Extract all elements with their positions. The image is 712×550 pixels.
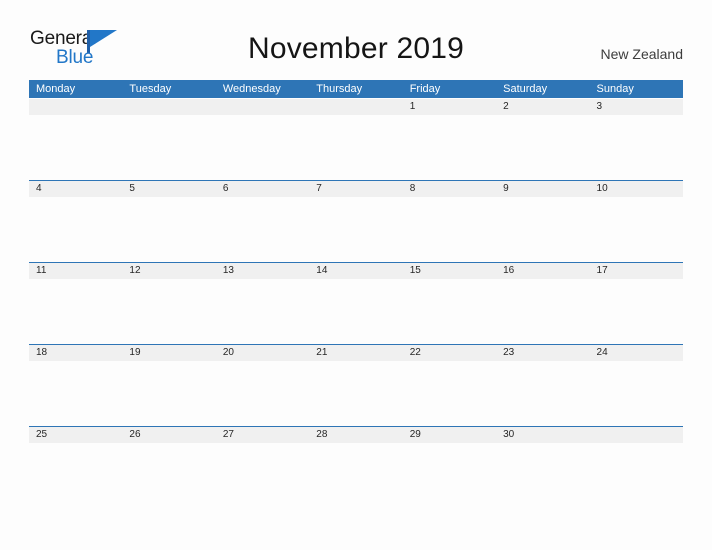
day-content-band: [29, 361, 683, 426]
day-cell-number[interactable]: 8: [403, 181, 496, 197]
day-content-cell[interactable]: [309, 361, 402, 426]
day-content-cell[interactable]: [122, 115, 215, 180]
day-content-cell[interactable]: [590, 115, 683, 180]
weekday-header-thursday: Thursday: [316, 83, 363, 95]
day-content-cell[interactable]: [496, 279, 589, 344]
day-cell-number[interactable]: [590, 427, 683, 443]
day-content-cell[interactable]: [216, 115, 309, 180]
day-content-cell[interactable]: [122, 361, 215, 426]
day-cell-number[interactable]: 13: [216, 263, 309, 279]
day-cell-number[interactable]: 27: [216, 427, 309, 443]
day-content-band: [29, 443, 683, 507]
day-content-cell[interactable]: [590, 443, 683, 507]
day-content-cell[interactable]: [29, 197, 122, 262]
day-cell-number[interactable]: 16: [496, 263, 589, 279]
calendar-week-row: 1 2 3: [29, 98, 683, 180]
day-content-cell[interactable]: [403, 197, 496, 262]
day-cell-number[interactable]: 2: [496, 99, 589, 115]
day-content-cell[interactable]: [29, 361, 122, 426]
day-cell-number[interactable]: 29: [403, 427, 496, 443]
day-cell-number[interactable]: 20: [216, 345, 309, 361]
weekday-header-sunday: Sunday: [596, 83, 634, 95]
day-content-cell[interactable]: [403, 361, 496, 426]
day-content-cell[interactable]: [403, 115, 496, 180]
day-content-cell[interactable]: [496, 115, 589, 180]
day-cell-number[interactable]: [29, 99, 122, 115]
day-cell-number[interactable]: 23: [496, 345, 589, 361]
day-content-cell[interactable]: [216, 279, 309, 344]
weekday-header-row: Monday Tuesday Wednesday Thursday Friday…: [29, 80, 683, 98]
day-content-cell[interactable]: [309, 115, 402, 180]
day-content-band: [29, 197, 683, 262]
day-cell-number[interactable]: [309, 99, 402, 115]
day-content-cell[interactable]: [29, 443, 122, 507]
weekday-header-saturday: Saturday: [503, 83, 548, 95]
day-content-cell[interactable]: [216, 197, 309, 262]
weekday-header-monday: Monday: [36, 83, 76, 95]
day-content-cell[interactable]: [29, 279, 122, 344]
calendar-week-row: 25 26 27 28 29 30: [29, 426, 683, 507]
day-cell-number[interactable]: 6: [216, 181, 309, 197]
calendar-grid: Monday Tuesday Wednesday Thursday Friday…: [29, 80, 683, 507]
day-cell-number[interactable]: 12: [122, 263, 215, 279]
day-cell-number[interactable]: 15: [403, 263, 496, 279]
day-cell-number[interactable]: 9: [496, 181, 589, 197]
day-content-band: [29, 279, 683, 344]
day-content-cell[interactable]: [590, 279, 683, 344]
day-content-cell[interactable]: [309, 443, 402, 507]
date-number-band: 4 5 6 7 8 9 10: [29, 181, 683, 197]
day-cell-number[interactable]: [216, 99, 309, 115]
day-cell-number[interactable]: 5: [122, 181, 215, 197]
day-content-cell[interactable]: [309, 197, 402, 262]
calendar-week-row: 4 5 6 7 8 9 10: [29, 180, 683, 262]
day-cell-number[interactable]: 24: [590, 345, 683, 361]
day-cell-number[interactable]: 22: [403, 345, 496, 361]
day-content-cell[interactable]: [590, 361, 683, 426]
day-content-cell[interactable]: [496, 197, 589, 262]
day-cell-number[interactable]: 4: [29, 181, 122, 197]
day-cell-number[interactable]: 18: [29, 345, 122, 361]
day-cell-number[interactable]: 17: [590, 263, 683, 279]
calendar-page: General Blue November 2019 New Zealand M…: [0, 0, 712, 550]
page-header: General Blue November 2019 New Zealand: [0, 0, 712, 80]
weekday-header-wednesday: Wednesday: [222, 83, 281, 95]
date-number-band: 11 12 13 14 15 16 17: [29, 263, 683, 279]
date-number-band: 1 2 3: [29, 99, 683, 115]
calendar-week-row: 11 12 13 14 15 16 17: [29, 262, 683, 344]
day-cell-number[interactable]: 25: [29, 427, 122, 443]
weekday-header-friday: Friday: [409, 83, 441, 95]
day-cell-number[interactable]: 1: [403, 99, 496, 115]
day-cell-number[interactable]: 28: [309, 427, 402, 443]
day-cell-number[interactable]: 26: [122, 427, 215, 443]
date-number-band: 18 19 20 21 22 23 24: [29, 345, 683, 361]
day-cell-number[interactable]: 30: [496, 427, 589, 443]
day-content-cell[interactable]: [309, 279, 402, 344]
day-content-cell[interactable]: [122, 279, 215, 344]
day-content-cell[interactable]: [403, 279, 496, 344]
date-number-band: 25 26 27 28 29 30: [29, 427, 683, 443]
day-content-cell[interactable]: [122, 197, 215, 262]
day-cell-number[interactable]: 19: [122, 345, 215, 361]
day-cell-number[interactable]: 7: [309, 181, 402, 197]
day-content-cell[interactable]: [29, 115, 122, 180]
day-content-cell[interactable]: [590, 197, 683, 262]
day-cell-number[interactable]: 11: [29, 263, 122, 279]
day-cell-number[interactable]: 21: [309, 345, 402, 361]
day-content-cell[interactable]: [496, 361, 589, 426]
day-content-cell[interactable]: [122, 443, 215, 507]
day-content-cell[interactable]: [216, 361, 309, 426]
day-content-cell[interactable]: [403, 443, 496, 507]
calendar-week-row: 18 19 20 21 22 23 24: [29, 344, 683, 426]
day-cell-number[interactable]: [122, 99, 215, 115]
day-content-cell[interactable]: [216, 443, 309, 507]
day-cell-number[interactable]: 14: [309, 263, 402, 279]
day-cell-number[interactable]: 3: [590, 99, 683, 115]
day-cell-number[interactable]: 10: [590, 181, 683, 197]
weekday-header-tuesday: Tuesday: [129, 83, 172, 95]
day-content-band: [29, 115, 683, 180]
day-content-cell[interactable]: [496, 443, 589, 507]
locale-label: New Zealand: [600, 46, 684, 62]
